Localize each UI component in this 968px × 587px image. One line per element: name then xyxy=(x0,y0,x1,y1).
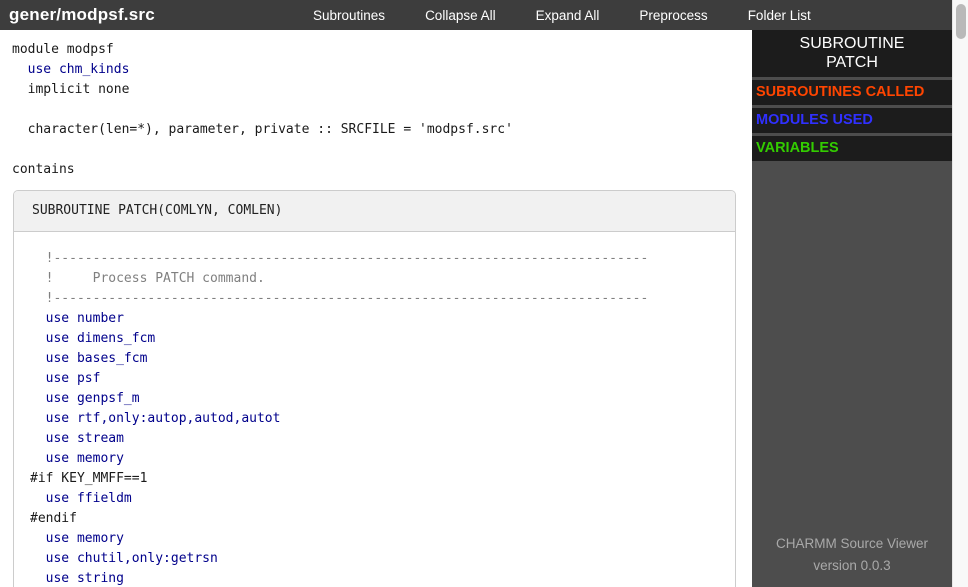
file-title: gener/modpsf.src xyxy=(9,5,155,24)
app-version: version 0.0.3 xyxy=(813,558,891,573)
top-bar: gener/modpsf.src Subroutines Collapse All… xyxy=(0,0,952,30)
sidebar-section-modules-used[interactable]: MODULES USED xyxy=(752,108,952,133)
code-line[interactable]: use memory xyxy=(30,449,735,469)
vertical-scrollbar-track[interactable] xyxy=(952,0,968,587)
sidebar-section-subroutines-called[interactable]: SUBROUTINES CALLED xyxy=(752,80,952,105)
code-line: contains xyxy=(12,162,75,177)
menu-item-subroutines[interactable]: Subroutines xyxy=(313,8,385,23)
sidebar-sections: SUBROUTINES CALLED MODULES USED VARIABLES xyxy=(752,80,952,161)
code-line: character(len=*), parameter, private :: … xyxy=(12,122,513,137)
code-line[interactable]: use number xyxy=(30,309,735,329)
menu-item-expand-all[interactable]: Expand All xyxy=(536,8,600,23)
code-line[interactable]: use genpsf_m xyxy=(30,389,735,409)
menu-item-folder-list[interactable]: Folder List xyxy=(748,8,811,23)
vertical-scrollbar-thumb[interactable] xyxy=(956,4,966,39)
code-line: !---------------------------------------… xyxy=(30,291,649,306)
info-sidebar: SUBROUTINE PATCH SUBROUTINES CALLED MODUL… xyxy=(752,30,952,587)
code-line[interactable]: use bases_fcm xyxy=(30,349,735,369)
subroutine-signature: SUBROUTINE PATCH(COMLYN, COMLEN) xyxy=(32,203,283,218)
code-line: #endif xyxy=(30,511,77,526)
code-line: !---------------------------------------… xyxy=(30,251,649,266)
sidebar-subroutine-title: SUBROUTINE PATCH xyxy=(752,30,952,77)
code-line: #if KEY_MMFF==1 xyxy=(30,471,148,486)
code-line[interactable]: use string xyxy=(30,569,735,587)
code-line[interactable]: use chutil,only:getrsn xyxy=(30,549,735,569)
code-line: implicit none xyxy=(12,82,130,97)
code-line[interactable]: use ffieldm xyxy=(30,489,735,509)
sidebar-section-variables[interactable]: VARIABLES xyxy=(752,136,952,161)
module-code-block: module modpsf use chm_kinds implicit non… xyxy=(0,30,752,180)
subroutine-patch-header[interactable]: SUBROUTINE PATCH(COMLYN, COMLEN) xyxy=(14,191,735,232)
source-view: module modpsf use chm_kinds implicit non… xyxy=(0,30,752,587)
menu-item-preprocess[interactable]: Preprocess xyxy=(639,8,707,23)
code-line[interactable]: use chm_kinds xyxy=(12,60,752,80)
code-line[interactable]: use dimens_fcm xyxy=(30,329,735,349)
code-line: module modpsf xyxy=(12,42,114,57)
sidebar-title-line1: SUBROUTINE xyxy=(799,35,905,52)
menu-item-collapse-all[interactable]: Collapse All xyxy=(425,8,496,23)
code-line[interactable]: use psf xyxy=(30,369,735,389)
code-line[interactable]: use rtf,only:autop,autod,autot xyxy=(30,409,735,429)
top-menu: Subroutines Collapse All Expand All Preproc… xyxy=(313,0,811,30)
code-line[interactable]: use memory xyxy=(30,529,735,549)
code-line: ! Process PATCH command. xyxy=(30,271,265,286)
subroutine-patch-box: SUBROUTINE PATCH(COMLYN, COMLEN) !------… xyxy=(13,190,736,587)
subroutine-patch-body: !---------------------------------------… xyxy=(14,232,735,587)
app-version-footer: CHARMM Source Viewer version 0.0.3 xyxy=(752,533,952,577)
app-name: CHARMM Source Viewer xyxy=(775,536,929,551)
code-line[interactable]: use stream xyxy=(30,429,735,449)
sidebar-title-line2: PATCH xyxy=(826,54,878,71)
